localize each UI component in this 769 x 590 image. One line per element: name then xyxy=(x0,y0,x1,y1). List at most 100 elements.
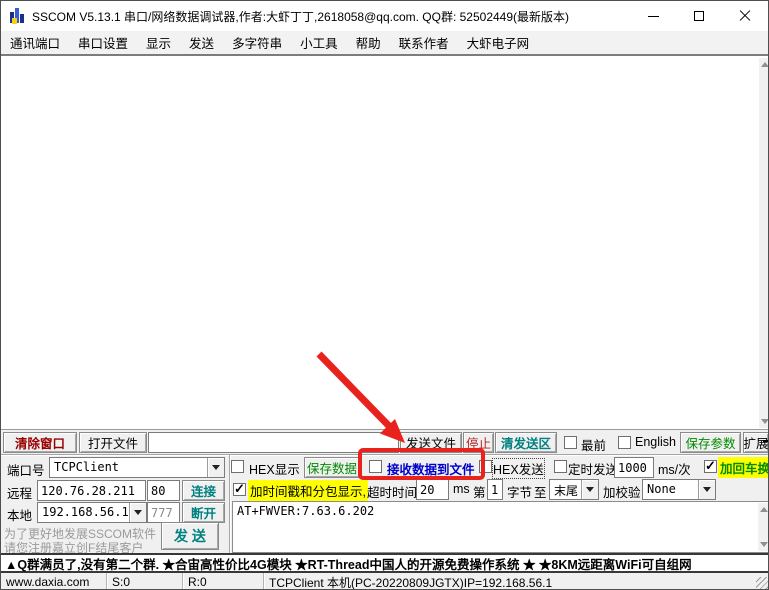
send-scrollbar[interactable] xyxy=(758,503,768,551)
hex-display-label[interactable]: HEX显示 xyxy=(249,459,300,478)
send-text-area[interactable]: AT+FWVER:7.63.6.202 xyxy=(232,501,768,553)
menu-send[interactable]: 发送 xyxy=(180,33,223,52)
english-checkbox[interactable] xyxy=(618,436,631,449)
menu-display[interactable]: 显示 xyxy=(137,33,180,52)
send-text: AT+FWVER:7.63.6.202 xyxy=(237,504,375,518)
hex-send-label[interactable]: HEX发送 xyxy=(492,458,545,479)
remote-label: 远程 xyxy=(7,487,33,501)
chevron-down-icon xyxy=(134,510,142,515)
local-ip-select[interactable]: 192.168.56.1 xyxy=(37,502,147,523)
hex-display-checkbox[interactable] xyxy=(231,460,244,473)
menu-bar: 通讯端口 串口设置 显示 发送 多字符串 小工具 帮助 联系作者 大虾电子网 xyxy=(1,31,768,54)
minimize-icon xyxy=(647,15,659,17)
remote-port-input[interactable] xyxy=(147,480,180,501)
topmost-checkbox[interactable] xyxy=(564,436,577,449)
close-button[interactable] xyxy=(722,1,768,31)
to-value: 末尾 xyxy=(554,484,579,498)
maximize-icon xyxy=(694,11,704,21)
chevron-down-icon xyxy=(703,487,711,492)
menu-daxia-website[interactable]: 大虾电子网 xyxy=(458,33,539,52)
byte-label: 字节 xyxy=(507,486,533,500)
close-icon xyxy=(739,10,751,22)
to-label: 至 xyxy=(534,486,547,500)
english-label[interactable]: English xyxy=(635,435,676,449)
status-connection-info: TCPClient 本机(PC-20220809JGTX)IP=192.168.… xyxy=(264,573,768,590)
maximize-button[interactable] xyxy=(676,1,722,31)
to-dropdown-button[interactable] xyxy=(581,480,598,499)
send-file-button[interactable]: 发送文件 xyxy=(400,432,462,453)
chevron-down-icon xyxy=(586,487,594,492)
interval-unit-label: ms/次 xyxy=(658,463,691,477)
menu-help[interactable]: 帮助 xyxy=(347,33,390,52)
disconnect-button[interactable]: 断开 xyxy=(182,502,225,523)
port-value: TCPClient xyxy=(54,460,120,474)
to-select[interactable]: 末尾 xyxy=(549,479,599,500)
port-dropdown-button[interactable] xyxy=(207,458,224,477)
receive-to-file-label[interactable]: 接收数据到文件 xyxy=(387,459,475,478)
timeout-input[interactable] xyxy=(416,479,449,500)
nth-byte-input[interactable] xyxy=(487,479,503,500)
interval-input[interactable] xyxy=(614,457,654,478)
window-title: SSCOM V5.13.1 串口/网络数据调试器,作者:大虾丁丁,2618058… xyxy=(32,9,570,24)
minimize-button[interactable] xyxy=(630,1,676,31)
file-path-input[interactable] xyxy=(148,432,399,453)
menu-contact-author[interactable]: 联系作者 xyxy=(390,33,458,52)
receive-scrollbar[interactable] xyxy=(759,58,768,428)
save-data-button[interactable]: 保存数据 xyxy=(304,457,360,478)
status-sent-count: S:0 xyxy=(107,573,183,589)
divider-horizontal xyxy=(1,454,768,456)
timeout-label: 超时时间: xyxy=(367,486,421,500)
receive-area[interactable] xyxy=(1,54,768,430)
app-icon xyxy=(9,8,25,24)
checksum-select[interactable]: None xyxy=(642,479,716,500)
save-params-button[interactable]: 保存参数 xyxy=(680,432,741,453)
port-label: 端口号 xyxy=(7,464,45,478)
checksum-dropdown-button[interactable] xyxy=(698,480,715,499)
window-controls xyxy=(630,1,768,31)
send-button[interactable]: 发 送 xyxy=(161,522,219,550)
scroll-up-icon[interactable] xyxy=(760,62,768,67)
menu-comm-port[interactable]: 通讯端口 xyxy=(1,33,69,52)
title-bar: SSCOM V5.13.1 串口/网络数据调试器,作者:大虾丁丁,2618058… xyxy=(1,1,768,31)
timed-send-checkbox[interactable] xyxy=(554,460,567,473)
receive-to-file-checkbox[interactable] xyxy=(369,460,382,473)
nth-label: 第 xyxy=(473,486,486,500)
clear-send-area-button[interactable]: 清发送区 xyxy=(495,432,557,453)
stop-button[interactable]: 停止 xyxy=(463,432,494,453)
timeout-unit-label: ms xyxy=(453,482,470,496)
timestamp-checkbox[interactable] xyxy=(233,481,246,497)
extend-button[interactable]: 扩展 xyxy=(743,432,768,453)
local-ip-value: 192.168.56.1 xyxy=(42,505,128,519)
remote-ip-input[interactable] xyxy=(37,480,146,501)
menu-tools[interactable]: 小工具 xyxy=(291,33,347,52)
edge-dash xyxy=(763,440,768,442)
port-select[interactable]: TCPClient xyxy=(49,457,225,478)
local-ip-dropdown-button[interactable] xyxy=(129,503,146,522)
add-crlf-checkbox[interactable] xyxy=(704,458,717,474)
hex-send-checkbox[interactable] xyxy=(479,460,492,473)
checksum-value: None xyxy=(647,482,676,496)
scroll-down-icon[interactable] xyxy=(759,542,768,547)
control-panel: 清除窗口 打开文件 发送文件 停止 清发送区 最前 English 保存参数 扩… xyxy=(1,430,768,555)
timestamp-label[interactable]: 加时间戳和分包显示, xyxy=(248,480,368,501)
local-label: 本地 xyxy=(7,509,33,523)
connect-button[interactable]: 连接 xyxy=(182,480,225,501)
chevron-down-icon xyxy=(212,465,220,470)
checksum-label: 加校验 xyxy=(603,486,641,500)
resize-grip-icon[interactable] xyxy=(756,577,768,589)
scroll-up-icon[interactable] xyxy=(759,507,768,512)
ticker-bar: ▲Q群满员了,没有第二个群. ★合宙高性价比4G模块 ★RT-Thread中国人… xyxy=(1,553,768,573)
scroll-down-icon[interactable] xyxy=(760,419,768,424)
open-file-button[interactable]: 打开文件 xyxy=(79,432,147,453)
status-bar: www.daxia.com S:0 R:0 TCPClient 本机(PC-20… xyxy=(1,573,768,590)
ticker-text: ▲Q群满员了,没有第二个群. ★合宙高性价比4G模块 ★RT-Thread中国人… xyxy=(5,557,692,572)
menu-serial-settings[interactable]: 串口设置 xyxy=(69,33,137,52)
sscom-window: SSCOM V5.13.1 串口/网络数据调试器,作者:大虾丁丁,2618058… xyxy=(0,0,769,590)
status-received-count: R:0 xyxy=(183,573,264,589)
clear-window-button[interactable]: 清除窗口 xyxy=(3,432,77,453)
local-port-input[interactable] xyxy=(147,502,180,523)
add-crlf-label[interactable]: 加回车换行 xyxy=(718,457,768,478)
topmost-label[interactable]: 最前 xyxy=(581,435,606,454)
menu-multi-string[interactable]: 多字符串 xyxy=(223,33,291,52)
status-website: www.daxia.com xyxy=(1,573,107,589)
